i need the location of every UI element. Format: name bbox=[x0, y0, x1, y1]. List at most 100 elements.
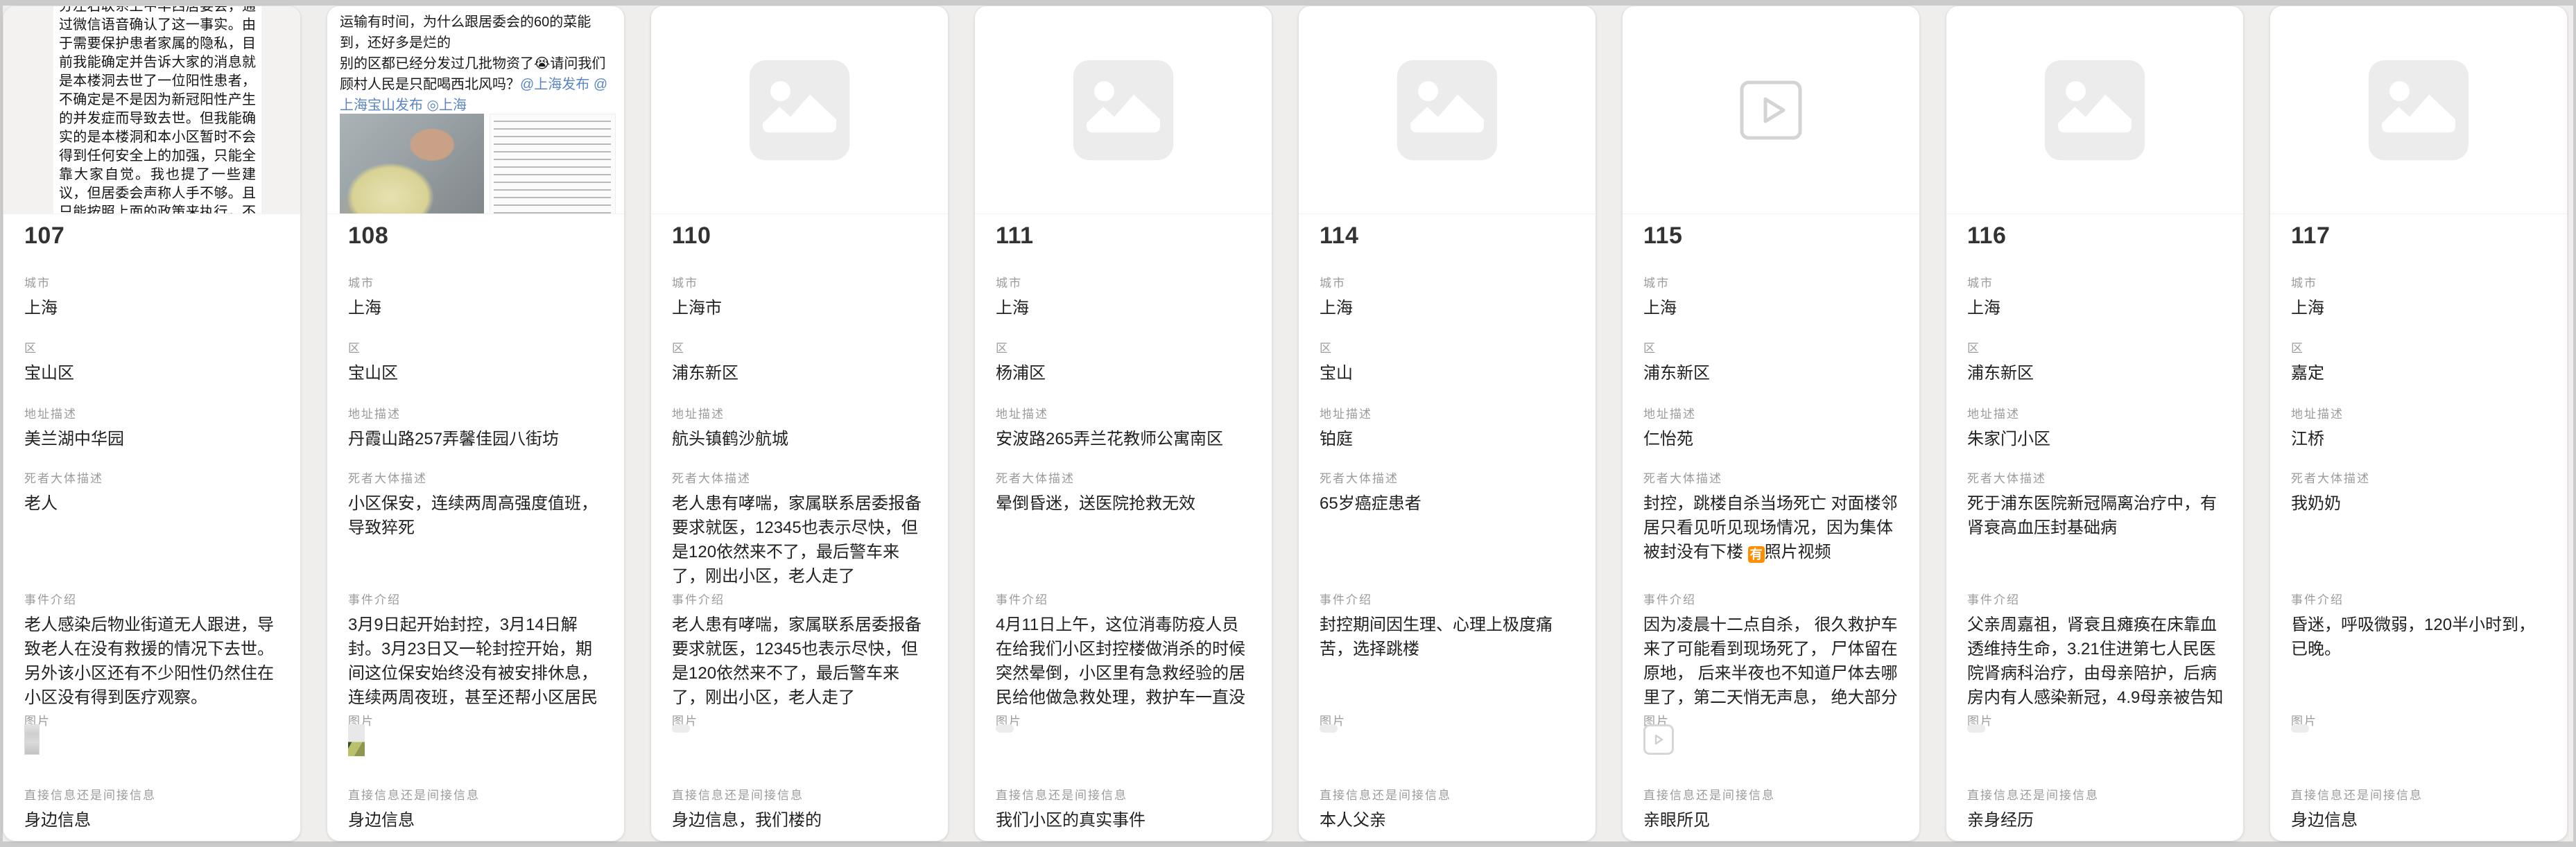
record-card-110[interactable]: 110 城市 上海市 区 浦东新区 地址描述 航头镇鹤沙航城 死者大体描述 老人… bbox=[650, 6, 949, 841]
record-id: 108 bbox=[348, 222, 605, 250]
field-label-city: 城市 bbox=[996, 273, 1252, 290]
attachment-thumbnail[interactable] bbox=[348, 724, 365, 756]
attachment-thumbnail[interactable] bbox=[1320, 724, 1338, 733]
field-label-address: 地址描述 bbox=[24, 404, 281, 421]
field-label-district: 区 bbox=[672, 338, 928, 356]
field-label-deceased: 死者大体描述 bbox=[2291, 469, 2548, 486]
field-value-event: 昏迷，呼吸微弱，120半小时到，已晚。 bbox=[2291, 613, 2548, 661]
field-label-city: 城市 bbox=[348, 273, 605, 290]
field-value-direct: 我们小区的真实事件 bbox=[996, 808, 1252, 833]
field-label-image: 图片 bbox=[348, 711, 605, 728]
record-card-114[interactable]: 114 城市 上海 区 宝山 地址描述 铂庭 死者大体描述 65岁癌症患者 事件… bbox=[1298, 6, 1596, 841]
record-card-107[interactable]: 分左右联系上中华西居委会，通过微信语音确认了这一事实。由于需要保护患者家属的隐私… bbox=[3, 6, 301, 841]
field-label-district: 区 bbox=[348, 338, 605, 356]
card-row: 分左右联系上中华西居委会，通过微信语音确认了这一事实。由于需要保护患者家属的隐私… bbox=[3, 6, 2568, 841]
field-value-deceased: 死于浦东医院新冠隔离治疗中，有肾衰高血压封基础病 bbox=[1967, 491, 2224, 540]
record-id: 116 bbox=[1967, 222, 2224, 250]
record-card-117[interactable]: 117 城市 上海 区 嘉定 地址描述 江桥 死者大体描述 我奶奶 事件介绍 昏… bbox=[2270, 6, 2568, 841]
field-label-event: 事件介绍 bbox=[1320, 590, 1576, 607]
field-label-address: 地址描述 bbox=[996, 404, 1252, 421]
field-label-image: 图片 bbox=[1967, 711, 2224, 728]
field-label-deceased: 死者大体描述 bbox=[24, 469, 281, 486]
field-value-address: 仁怡苑 bbox=[1643, 427, 1900, 452]
video-attachment-thumbnail[interactable] bbox=[1643, 724, 1674, 755]
field-value-direct: 身边信息 bbox=[2291, 808, 2548, 833]
has-media-badge: 有 bbox=[1748, 546, 1765, 563]
field-label-address: 地址描述 bbox=[1643, 404, 1900, 421]
field-value-city: 上海 bbox=[1320, 296, 1576, 321]
field-value-district: 宝山 bbox=[1320, 361, 1576, 386]
field-label-district: 区 bbox=[1967, 338, 2224, 356]
record-id: 114 bbox=[1320, 222, 1576, 250]
field-value-address: 美兰湖中华园 bbox=[24, 427, 281, 452]
field-value-district: 嘉定 bbox=[2291, 361, 2548, 386]
field-value-city: 上海 bbox=[24, 296, 281, 321]
attachment-thumbnail[interactable] bbox=[2291, 724, 2309, 733]
field-label-image: 图片 bbox=[672, 711, 928, 728]
field-label-event: 事件介绍 bbox=[2291, 590, 2548, 607]
record-id: 115 bbox=[1643, 222, 1900, 250]
field-label-district: 区 bbox=[1643, 338, 1900, 356]
field-value-event: 老人患有哮喘，家属联系居委报备要求就医，12345也表示尽快，但是120依然来不… bbox=[672, 613, 928, 710]
field-value-city: 上海 bbox=[1643, 296, 1900, 321]
field-value-direct: 身边信息，我们楼的 bbox=[672, 808, 928, 833]
field-value-city: 上海市 bbox=[672, 296, 928, 321]
field-value-district: 浦东新区 bbox=[672, 361, 928, 386]
record-id: 107 bbox=[24, 222, 281, 250]
field-value-event: 父亲周嘉祖，肾衰且瘫痪在床靠血透维持生命，3.21住进第七人民医院肾病科治疗，由… bbox=[1967, 613, 2224, 710]
field-value-deceased: 我奶奶 bbox=[2291, 491, 2548, 516]
field-label-deceased: 死者大体描述 bbox=[996, 469, 1252, 486]
play-icon bbox=[1652, 733, 1666, 746]
field-label-deceased: 死者大体描述 bbox=[1320, 469, 1576, 486]
field-value-deceased: 封控，跳楼自杀当场死亡 对面楼邻居只看见听见现场情况，因为集体被封没有下楼 有照… bbox=[1643, 491, 1900, 564]
field-value-address: 航头镇鹤沙航城 bbox=[672, 427, 928, 452]
field-label-city: 城市 bbox=[1643, 273, 1900, 290]
field-label-event: 事件介绍 bbox=[24, 590, 281, 607]
attachment-thumbnail[interactable] bbox=[24, 724, 40, 755]
field-label-address: 地址描述 bbox=[1320, 404, 1576, 421]
field-label-city: 城市 bbox=[1967, 273, 2224, 290]
field-value-district: 浦东新区 bbox=[1643, 361, 1900, 386]
field-value-address: 江桥 bbox=[2291, 427, 2548, 452]
field-label-city: 城市 bbox=[672, 273, 928, 290]
record-card-115[interactable]: 115 城市 上海 区 浦东新区 地址描述 仁怡苑 死者大体描述 封控，跳楼自杀… bbox=[1622, 6, 1920, 841]
field-label-direct: 直接信息还是间接信息 bbox=[1967, 785, 2224, 803]
field-value-direct: 本人父亲 bbox=[1320, 808, 1576, 833]
record-card-111[interactable]: 111 城市 上海 区 杨浦区 地址描述 安波路265弄兰花教师公寓南区 死者大… bbox=[974, 6, 1272, 841]
record-card-108[interactable]: 运输有时间，为什么跟居委会的60的菜能到，还好多是烂的别的区都已经分发过几批物资… bbox=[327, 6, 625, 841]
field-value-address: 铂庭 bbox=[1320, 427, 1576, 452]
field-label-event: 事件介绍 bbox=[1643, 590, 1900, 607]
field-value-deceased: 小区保安，连续两周高强度值班，导致猝死 bbox=[348, 491, 605, 540]
field-label-address: 地址描述 bbox=[348, 404, 605, 421]
field-value-deceased: 65岁癌症患者 bbox=[1320, 491, 1576, 516]
field-value-event: 3月9日起开始封控，3月14日解封。3月23日又一轮封控开始，期间这位保安始终没… bbox=[348, 613, 605, 710]
field-value-district: 宝山区 bbox=[348, 361, 605, 386]
field-value-direct: 身边信息 bbox=[348, 808, 605, 833]
field-value-direct: 亲身经历 bbox=[1967, 808, 2224, 833]
field-label-address: 地址描述 bbox=[2291, 404, 2548, 421]
field-label-address: 地址描述 bbox=[672, 404, 928, 421]
attachment-thumbnail[interactable] bbox=[672, 724, 690, 733]
field-label-deceased: 死者大体描述 bbox=[672, 469, 928, 486]
field-value-event: 封控期间因生理、心理上极度痛苦，选择跳楼 bbox=[1320, 613, 1576, 661]
field-label-district: 区 bbox=[24, 338, 281, 356]
field-label-district: 区 bbox=[1320, 338, 1576, 356]
field-label-direct: 直接信息还是间接信息 bbox=[672, 785, 928, 803]
field-value-deceased: 晕倒昏迷，送医院抢救无效 bbox=[996, 491, 1252, 516]
field-label-direct: 直接信息还是间接信息 bbox=[1643, 785, 1900, 803]
field-label-city: 城市 bbox=[2291, 273, 2548, 290]
field-label-deceased: 死者大体描述 bbox=[348, 469, 605, 486]
field-value-city: 上海 bbox=[1967, 296, 2224, 321]
field-label-event: 事件介绍 bbox=[672, 590, 928, 607]
field-value-city: 上海 bbox=[348, 296, 605, 321]
attachment-thumbnail[interactable] bbox=[1967, 724, 1985, 733]
field-label-direct: 直接信息还是间接信息 bbox=[1320, 785, 1576, 803]
field-label-city: 城市 bbox=[24, 273, 281, 290]
field-value-deceased: 老人 bbox=[24, 491, 281, 516]
field-value-city: 上海 bbox=[996, 296, 1252, 321]
record-card-116[interactable]: 116 城市 上海 区 浦东新区 地址描述 朱家门小区 死者大体描述 死于浦东医… bbox=[1946, 6, 2244, 841]
field-value-direct: 亲眼所见 bbox=[1643, 808, 1900, 833]
attachment-thumbnail[interactable] bbox=[996, 724, 1014, 733]
record-id: 110 bbox=[672, 222, 928, 250]
field-value-direct: 身边信息 bbox=[24, 808, 281, 833]
